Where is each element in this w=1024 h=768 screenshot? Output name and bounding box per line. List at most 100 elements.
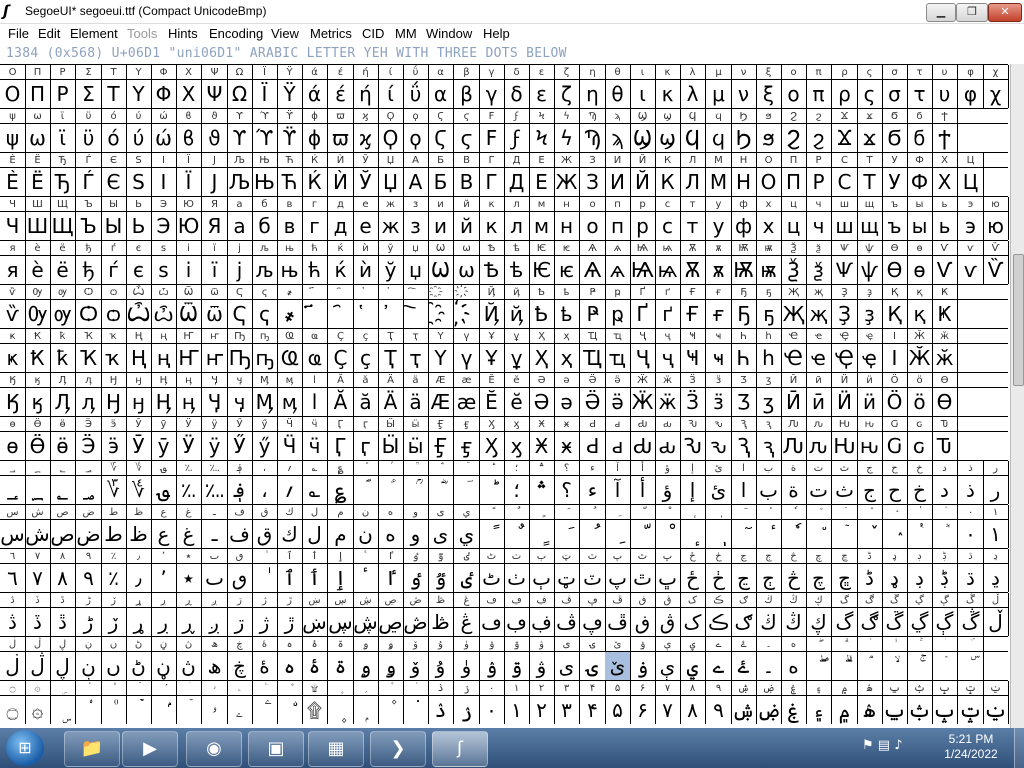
glyph-cell[interactable]: ٯ: [227, 564, 253, 592]
glyph-cell[interactable]: ٷ: [428, 564, 454, 592]
glyph-cell[interactable]: ښ: [302, 608, 328, 636]
glyph-cell[interactable]: ψ: [0, 124, 26, 152]
glyph-cell[interactable]: إ: [680, 476, 706, 504]
glyph-cell[interactable]: Ӳ: [227, 432, 253, 460]
glyph-cell[interactable]: ы: [907, 212, 933, 240]
glyph-cell[interactable]: ۤ: [176, 696, 202, 724]
glyph-cell[interactable]: ؈: [151, 476, 177, 504]
glyph-cell[interactable]: ѭ: [756, 256, 782, 284]
glyph-cell[interactable]: ٶ: [403, 564, 429, 592]
glyph-cell[interactable]: ٳ: [328, 564, 354, 592]
glyph-cell[interactable]: Ӷ: [328, 432, 354, 460]
glyph-cell[interactable]: З: [580, 168, 606, 196]
taskbar-control-panel[interactable]: ▦: [308, 731, 364, 767]
glyph-cell[interactable]: Ѵ: [932, 256, 958, 284]
glyph-cell[interactable]: Ъ: [76, 212, 102, 240]
glyph-cell[interactable]: ϖ: [328, 124, 354, 152]
glyph-cell[interactable]: ؆: [101, 476, 127, 504]
glyph-cell[interactable]: خ: [907, 476, 933, 504]
glyph-cell[interactable]: ؒ: [403, 476, 429, 504]
glyph-cell[interactable]: ڄ: [756, 564, 782, 592]
glyph-cell[interactable]: ҧ: [252, 344, 278, 372]
glyph-cell[interactable]: Ӻ: [428, 432, 454, 460]
glyph-cell[interactable]: є: [126, 256, 152, 284]
glyph-cell[interactable]: Ϟ: [529, 124, 555, 152]
glyph-cell[interactable]: ΰ: [403, 80, 429, 108]
menu-tools[interactable]: Tools: [127, 26, 157, 41]
glyph-cell[interactable]: ғ: [706, 300, 732, 328]
glyph-cell[interactable]: ر: [983, 476, 1009, 504]
glyph-cell[interactable]: ҝ: [0, 344, 26, 372]
glyph-cell[interactable]: Ӽ: [479, 432, 505, 460]
glyph-cell[interactable]: ٝ: [907, 520, 933, 548]
glyph-cell[interactable]: ъ: [882, 212, 908, 240]
glyph-cell[interactable]: ѝ: [353, 256, 379, 284]
glyph-cell[interactable]: Ҕ: [731, 300, 757, 328]
glyph-cell[interactable]: Ԉ: [781, 432, 807, 460]
glyph-cell[interactable]: х: [756, 212, 782, 240]
glyph-cell[interactable]: ѯ: [806, 256, 832, 284]
glyph-cell[interactable]: П: [781, 168, 807, 196]
glyph-cell[interactable]: ړ: [126, 608, 152, 636]
glyph-cell[interactable]: ϡ: [605, 124, 631, 152]
glyph-cell[interactable]: ي: [454, 520, 480, 548]
glyph-cell[interactable]: β: [454, 80, 480, 108]
glyph-cell[interactable]: ӑ: [353, 388, 379, 416]
glyph-cell[interactable]: ۘ: [857, 652, 883, 680]
glyph-cell[interactable]: Ӥ: [832, 388, 858, 416]
glyph-cell[interactable]: ϥ: [706, 124, 732, 152]
glyph-cell[interactable]: ظ: [126, 520, 152, 548]
glyph-cell[interactable]: Ѡ: [428, 256, 454, 284]
glyph-cell[interactable]: Ю: [176, 212, 202, 240]
glyph-cell[interactable]: ٗ: [781, 520, 807, 548]
glyph-cell[interactable]: ؀: [0, 476, 26, 504]
glyph-cell[interactable]: ݔ: [983, 696, 1009, 724]
glyph-cell[interactable]: ڼ: [151, 652, 177, 680]
glyph-cell[interactable]: Ҍ: [529, 300, 555, 328]
glyph-cell[interactable]: ؑ: [378, 476, 404, 504]
taskbar-powershell[interactable]: ❯: [370, 731, 426, 767]
glyph-cell[interactable]: э: [958, 212, 984, 240]
glyph-cell[interactable]: ԃ: [655, 432, 681, 460]
glyph-cell[interactable]: ُ: [580, 520, 606, 548]
glyph-cell[interactable]: Ҏ: [580, 300, 606, 328]
glyph-cell[interactable]: ҳ: [554, 344, 580, 372]
glyph-cell[interactable]: І: [151, 168, 177, 196]
glyph-cell[interactable]: ۵: [605, 696, 631, 724]
glyph-cell[interactable]: د: [932, 476, 958, 504]
glyph-cell[interactable]: ْ: [655, 520, 681, 548]
glyph-cell[interactable]: ژ: [252, 608, 278, 636]
glyph-cell[interactable]: щ: [857, 212, 883, 240]
glyph-cell[interactable]: ۆ: [403, 652, 429, 680]
glyph-cell[interactable]: ӵ: [302, 432, 328, 460]
glyph-cell[interactable]: غ: [176, 520, 202, 548]
glyph-cell[interactable]: ٮ: [202, 564, 228, 592]
glyph-cell[interactable]: ټ: [554, 564, 580, 592]
glyph-cell[interactable]: ϐ: [176, 124, 202, 152]
glyph-cell[interactable]: Ҫ: [328, 344, 354, 372]
flag-icon[interactable]: ⚑: [862, 738, 874, 753]
glyph-cell[interactable]: Ҡ: [76, 344, 102, 372]
glyph-cell[interactable]: ڰ: [857, 608, 883, 636]
glyph-cell[interactable]: ϔ: [277, 124, 303, 152]
glyph-cell[interactable]: ڻ: [126, 652, 152, 680]
glyph-cell[interactable]: р: [630, 212, 656, 240]
glyph-cell[interactable]: Ϝ: [479, 124, 505, 152]
glyph-cell[interactable]: я: [0, 256, 26, 284]
glyph-cell[interactable]: Ѓ: [76, 168, 102, 196]
glyph-cell[interactable]: Б: [428, 168, 454, 196]
glyph-cell[interactable]: ٌ: [504, 520, 530, 548]
glyph-cell[interactable]: ې: [655, 652, 681, 680]
glyph-cell[interactable]: ڌ: [958, 564, 984, 592]
glyph-cell[interactable]: Қ: [882, 300, 908, 328]
menu-window[interactable]: Window: [426, 26, 472, 41]
glyph-cell[interactable]: ة: [781, 476, 807, 504]
glyph-cell[interactable]: ڋ: [932, 564, 958, 592]
glyph-cell[interactable]: ٬: [151, 564, 177, 592]
glyph-cell[interactable]: أ: [630, 476, 656, 504]
glyph-cell[interactable]: ڝ: [378, 608, 404, 636]
glyph-cell[interactable]: ӷ: [353, 432, 379, 460]
glyph-cell[interactable]: ۾: [832, 696, 858, 724]
glyph-cell[interactable]: Р: [806, 168, 832, 196]
glyph-cell[interactable]: Ў: [353, 168, 379, 196]
